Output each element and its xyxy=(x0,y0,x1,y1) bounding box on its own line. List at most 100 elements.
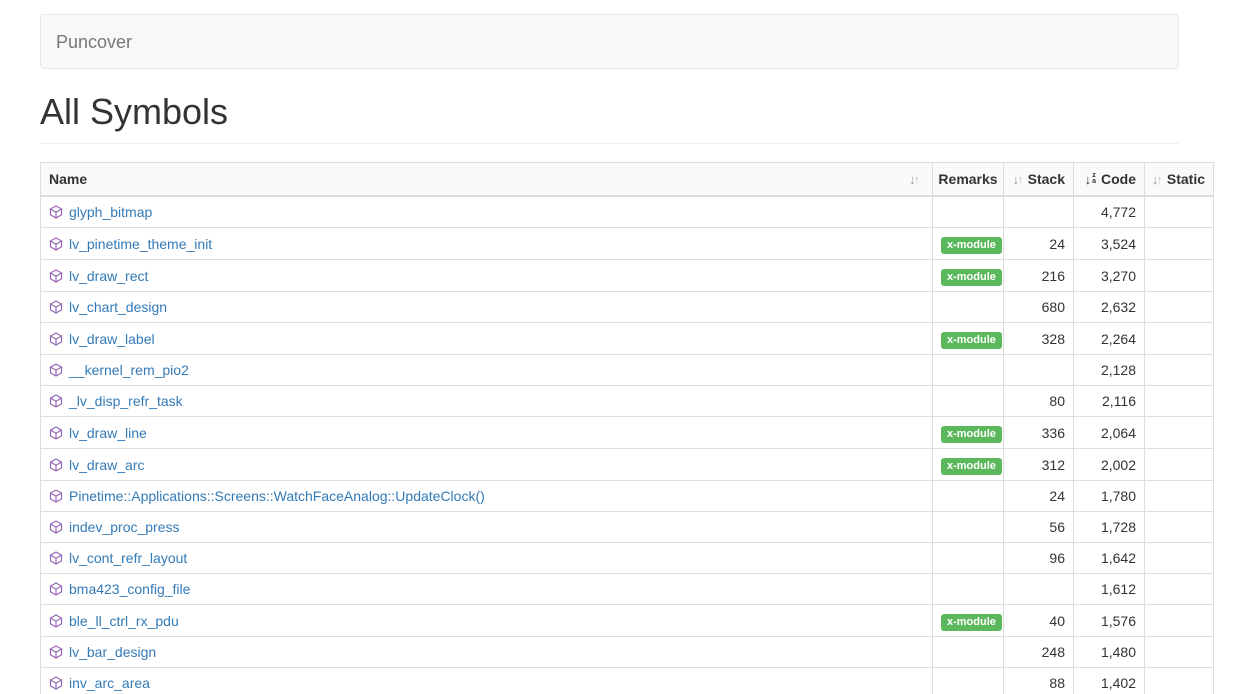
table-row: glyph_bitmap 4,772 xyxy=(41,196,1214,228)
code-cell: 1,402 xyxy=(1074,668,1145,694)
table-row: ble_ll_ctrl_rx_pdux-module401,576 xyxy=(41,605,1214,637)
static-cell xyxy=(1145,512,1214,543)
sort-both-arrows-icon: ↓↑ xyxy=(1013,173,1024,186)
code-cell: 2,632 xyxy=(1074,292,1145,323)
static-cell xyxy=(1145,637,1214,668)
package-cube-icon xyxy=(49,363,63,377)
code-cell: 2,002 xyxy=(1074,449,1145,481)
column-header-code[interactable]: ↓za Code xyxy=(1074,163,1145,197)
name-cell: inv_arc_area xyxy=(41,668,933,694)
column-header-static[interactable]: ↓↑ Static xyxy=(1145,163,1214,197)
stack-cell: 80 xyxy=(1004,386,1074,417)
stack-cell: 24 xyxy=(1004,228,1074,260)
column-header-remarks[interactable]: Remarks xyxy=(933,163,1004,197)
column-header-name[interactable]: Name↓↑ xyxy=(41,163,933,197)
package-cube-icon xyxy=(49,489,63,503)
table-row: Pinetime::Applications::Screens::WatchFa… xyxy=(41,481,1214,512)
name-cell: _lv_disp_refr_task xyxy=(41,386,933,417)
static-cell xyxy=(1145,292,1214,323)
sort-both-arrows-icon: ↓↑ xyxy=(1152,173,1163,186)
code-cell: 1,480 xyxy=(1074,637,1145,668)
remarks-cell: x-module xyxy=(933,449,1004,481)
code-cell: 1,576 xyxy=(1074,605,1145,637)
navbar-brand-link[interactable]: Puncover xyxy=(56,32,132,52)
name-cell: lv_cont_refr_layout xyxy=(41,543,933,574)
name-cell: lv_draw_line xyxy=(41,417,933,449)
symbol-link[interactable]: lv_pinetime_theme_init xyxy=(69,236,212,252)
symbol-link[interactable]: Pinetime::Applications::Screens::WatchFa… xyxy=(69,488,485,504)
column-label-static: Static xyxy=(1167,169,1205,189)
symbol-link[interactable]: lv_bar_design xyxy=(69,644,156,660)
column-label-stack: Stack xyxy=(1028,169,1065,189)
stack-cell xyxy=(1004,355,1074,386)
package-cube-icon xyxy=(49,269,63,283)
symbol-link[interactable]: lv_draw_line xyxy=(69,425,147,441)
table-row: lv_bar_design 2481,480 xyxy=(41,637,1214,668)
static-cell xyxy=(1145,228,1214,260)
name-cell: lv_draw_arc xyxy=(41,449,933,481)
code-cell: 2,064 xyxy=(1074,417,1145,449)
symbol-link[interactable]: ble_ll_ctrl_rx_pdu xyxy=(69,613,179,629)
table-row: inv_arc_area881,402 xyxy=(41,668,1214,694)
stack-cell: 680 xyxy=(1004,292,1074,323)
name-cell: lv_draw_rect xyxy=(41,260,933,292)
remarks-cell xyxy=(933,668,1004,694)
remarks-cell: x-module xyxy=(933,260,1004,292)
symbol-link[interactable]: bma423_config_file xyxy=(69,581,190,597)
code-cell: 3,270 xyxy=(1074,260,1145,292)
name-cell: glyph_bitmap xyxy=(41,196,933,228)
package-cube-icon xyxy=(49,520,63,534)
symbol-link[interactable]: lv_chart_design xyxy=(69,299,167,315)
code-cell: 3,524 xyxy=(1074,228,1145,260)
symbol-link[interactable]: lv_draw_label xyxy=(69,331,155,347)
column-label-remarks: Remarks xyxy=(938,169,997,189)
table-row: lv_draw_labelx-module3282,264 xyxy=(41,323,1214,355)
package-cube-icon xyxy=(49,237,63,251)
package-cube-icon xyxy=(49,426,63,440)
remarks-cell xyxy=(933,543,1004,574)
package-cube-icon xyxy=(49,205,63,219)
stack-cell: 248 xyxy=(1004,637,1074,668)
code-cell: 1,728 xyxy=(1074,512,1145,543)
column-label-code: Code xyxy=(1101,169,1136,189)
table-row: lv_draw_linex-module3362,064 xyxy=(41,417,1214,449)
stack-cell: 24 xyxy=(1004,481,1074,512)
symbol-link[interactable]: inv_arc_area xyxy=(69,675,150,691)
table-row: indev_proc_press561,728 xyxy=(41,512,1214,543)
static-cell xyxy=(1145,574,1214,605)
symbol-link[interactable]: indev_proc_press xyxy=(69,519,180,535)
remarks-cell: x-module xyxy=(933,228,1004,260)
name-cell: bma423_config_file xyxy=(41,574,933,605)
static-cell xyxy=(1145,605,1214,637)
name-cell: lv_pinetime_theme_init xyxy=(41,228,933,260)
code-cell: 2,264 xyxy=(1074,323,1145,355)
symbol-link[interactable]: lv_draw_arc xyxy=(69,457,144,473)
remarks-cell: x-module xyxy=(933,417,1004,449)
static-cell xyxy=(1145,355,1214,386)
code-cell: 1,780 xyxy=(1074,481,1145,512)
static-cell xyxy=(1145,417,1214,449)
symbol-link[interactable]: lv_draw_rect xyxy=(69,268,148,284)
sort-descending-za-icon: ↓za xyxy=(1085,173,1096,186)
symbol-link[interactable]: _lv_disp_refr_task xyxy=(69,393,183,409)
stack-cell xyxy=(1004,574,1074,605)
table-row: lv_draw_arcx-module3122,002 xyxy=(41,449,1214,481)
symbol-link[interactable]: __kernel_rem_pio2 xyxy=(69,362,189,378)
package-cube-icon xyxy=(49,676,63,690)
package-cube-icon xyxy=(49,645,63,659)
symbol-link[interactable]: lv_cont_refr_layout xyxy=(69,550,187,566)
code-cell: 2,128 xyxy=(1074,355,1145,386)
column-header-stack[interactable]: ↓↑ Stack xyxy=(1004,163,1074,197)
static-cell xyxy=(1145,481,1214,512)
stack-cell: 216 xyxy=(1004,260,1074,292)
remarks-cell: x-module xyxy=(933,323,1004,355)
name-cell: lv_draw_label xyxy=(41,323,933,355)
code-cell: 4,772 xyxy=(1074,196,1145,228)
name-cell: ble_ll_ctrl_rx_pdu xyxy=(41,605,933,637)
symbol-link[interactable]: glyph_bitmap xyxy=(69,204,152,220)
table-row: _lv_disp_refr_task802,116 xyxy=(41,386,1214,417)
symbols-table: Name↓↑Remarks ↓↑ Stack ↓za Code ↓↑ Static glyp… xyxy=(40,162,1214,694)
package-cube-icon xyxy=(49,332,63,346)
static-cell xyxy=(1145,260,1214,292)
stack-cell xyxy=(1004,196,1074,228)
